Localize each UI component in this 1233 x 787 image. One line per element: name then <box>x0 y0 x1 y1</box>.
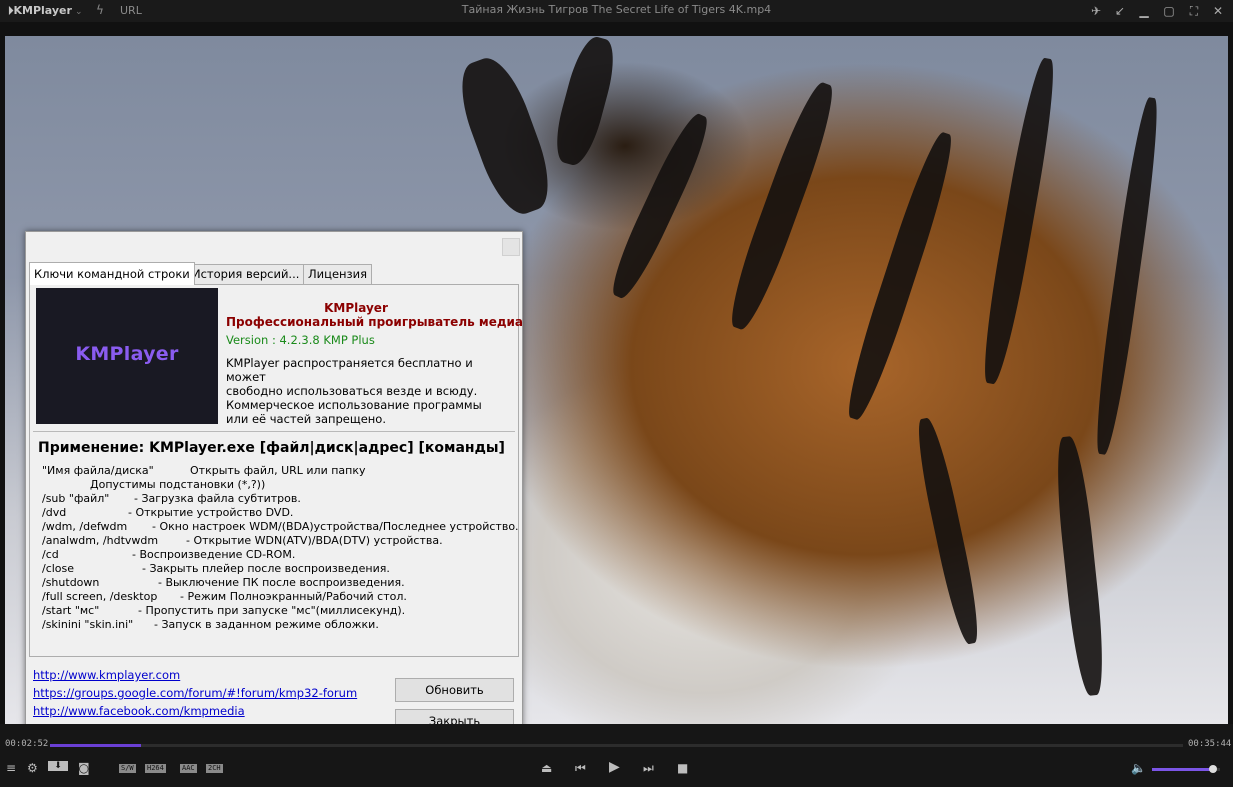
command-desc: - Открытие WDN(ATV)/BDA(DTV) устройства. <box>186 534 443 547</box>
control-bar: 00:02:52 00:35:44 ≡ ⚙ ⬇ ◙ S/W H264 AAC 2… <box>0 724 1233 787</box>
description-line: свободно использоваться везде и всюду. <box>226 384 478 398</box>
refresh-button[interactable]: Обновить <box>395 678 514 702</box>
current-time: 00:02:52 <box>5 739 49 749</box>
pin-icon[interactable]: ✈ <box>1087 2 1105 20</box>
command-desc: - Открытие устройство DVD. <box>128 506 294 519</box>
command-key: /cd <box>42 548 59 561</box>
link-kmplayer-site[interactable]: http://www.kmplayer.com <box>33 666 357 684</box>
eject-icon[interactable]: ⏏ <box>541 761 552 775</box>
seek-progress <box>50 744 141 747</box>
product-subtitle: Профессиональный проигрыватель медиа <box>226 315 524 329</box>
link-facebook[interactable]: http://www.facebook.com/kmpmedia <box>33 702 357 720</box>
usage-heading: Применение: KMPlayer.exe [файл|диск|адре… <box>38 440 505 456</box>
video-texture <box>548 36 622 169</box>
divider <box>33 431 515 432</box>
stop-icon[interactable]: ■ <box>677 761 688 775</box>
previous-icon[interactable]: ⏮ <box>575 761 586 776</box>
video-texture <box>721 78 843 334</box>
format-tag-2ch: 2CH <box>206 764 223 773</box>
close-button[interactable]: ✕ <box>1209 2 1227 20</box>
command-key: /full screen, /desktop <box>42 590 158 603</box>
command-key: /dvd <box>42 506 67 519</box>
playlist-icon[interactable]: ≡ <box>6 761 16 775</box>
video-texture <box>839 128 961 424</box>
window-title: Тайная Жизнь Тигров The Secret Life of T… <box>461 3 772 16</box>
description: KMPlayer распространяется бесплатно и мо… <box>226 356 516 426</box>
command-desc: - Загрузка файла субтитров. <box>134 492 301 505</box>
format-tag-aac: AAC <box>180 764 197 773</box>
next-icon[interactable]: ⏭ <box>643 761 654 776</box>
video-texture <box>1051 435 1109 697</box>
command-key: /close <box>42 562 75 575</box>
brand-logo: KMPlayer <box>36 288 218 424</box>
dialog-close-button[interactable] <box>502 238 520 256</box>
fullscreen-button[interactable]: ⛶ <box>1185 2 1203 20</box>
download-icon[interactable]: ⬇ <box>48 761 68 771</box>
format-tag-h264: H264 <box>145 764 166 773</box>
seek-bar[interactable] <box>50 744 1183 747</box>
product-name: KMPlayer <box>324 301 388 315</box>
maximize-button[interactable]: ▢ <box>1160 2 1178 20</box>
about-dialog: Ключи командной строки История версий...… <box>25 231 523 747</box>
command-key: /sub "файл" <box>42 492 110 505</box>
gear-icon[interactable]: ⚙ <box>27 761 38 775</box>
minimize-button[interactable]: ▁ <box>1135 2 1153 20</box>
video-texture <box>604 109 716 303</box>
play-icon[interactable]: ▶ <box>609 759 620 775</box>
video-texture <box>976 56 1062 386</box>
command-desc: - Запуск в заданном режиме обложки. <box>154 618 379 631</box>
tab-panel: KMPlayer KMPlayer Профессиональный проиг… <box>29 284 524 657</box>
video-texture <box>449 50 561 222</box>
command-desc: Открыть файл, URL или папку <box>190 464 366 477</box>
command-desc: - Закрыть плейер после воспроизведения. <box>142 562 390 575</box>
volume-knob[interactable] <box>1209 765 1218 773</box>
command-key: "Имя файла/диска" <box>42 464 154 477</box>
tab-license[interactable]: Лицензия <box>303 264 373 284</box>
command-key: /wdm, /defwdm <box>42 520 128 533</box>
command-key: /analwdm, /hdtvwdm <box>42 534 159 547</box>
command-desc: - Пропустить при запуске "мс"(миллисекун… <box>138 604 406 617</box>
command-desc: - Режим Полноэкранный/Рабочий стол. <box>180 590 407 603</box>
command-key: /shutdown <box>42 576 100 589</box>
format-tag-sw: S/W <box>119 764 136 773</box>
speaker-icon[interactable]: 🔈 <box>1131 761 1146 775</box>
title-bar: ⏵KMPlayer ⌄ ϟ URL Тайная Жизнь Тигров The… <box>0 0 1233 22</box>
mini-mode-icon[interactable]: ↙ <box>1111 2 1129 20</box>
vr-icon[interactable]: ◙ <box>78 761 90 775</box>
description-line: KMPlayer распространяется бесплатно и мо… <box>226 356 473 384</box>
volume-slider[interactable] <box>1152 765 1220 773</box>
total-time: 00:35:44 <box>1188 739 1232 749</box>
video-texture <box>1090 96 1164 456</box>
tab-version-history[interactable]: История версий... <box>187 264 305 284</box>
command-key: /skinini "skin.ini" <box>42 618 134 631</box>
command-desc: - Воспроизведение CD-ROM. <box>132 548 296 561</box>
brand-logo-text: KMPlayer <box>75 343 179 365</box>
command-key: /start "мс" <box>42 604 100 617</box>
version-text: Version : 4.2.3.8 KMP Plus <box>226 333 375 347</box>
video-texture <box>911 415 985 647</box>
command-desc: Допустимы подстановки (*,?)) <box>90 478 266 491</box>
tab-command-line-keys[interactable]: Ключи командной строки <box>29 262 195 285</box>
volume-level <box>1152 768 1214 771</box>
description-line: или её частей запрещено. <box>226 412 387 426</box>
link-google-forum[interactable]: https://groups.google.com/forum/#!forum/… <box>33 684 357 702</box>
command-desc: - Окно настроек WDM/(BDA)устройства/Посл… <box>152 520 519 533</box>
command-desc: - Выключение ПК после воспроизведения. <box>158 576 405 589</box>
product-info: KMPlayer Профессиональный проигрыватель … <box>226 301 524 426</box>
description-line: Коммерческое использование программы <box>226 398 482 412</box>
